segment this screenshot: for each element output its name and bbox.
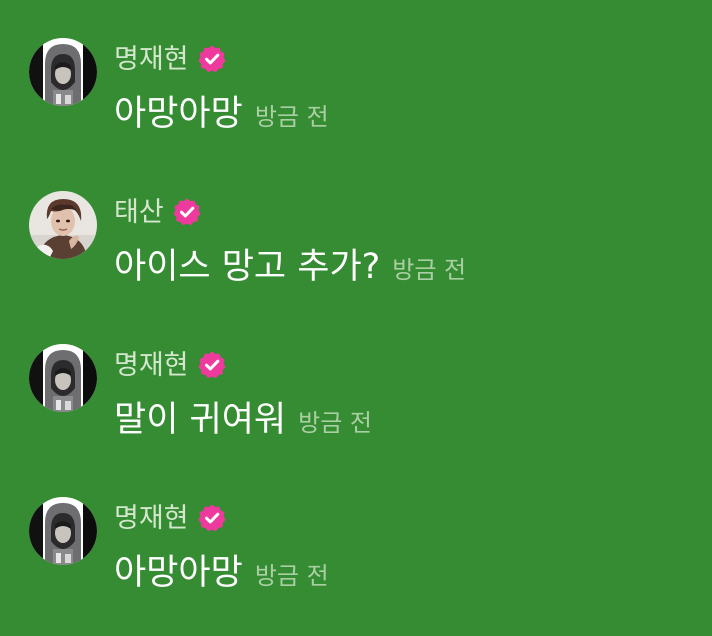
verified-badge-icon [197,503,227,533]
chat-message: 태산 아이스 망고 추가? 방금 전 [0,186,712,326]
avatar[interactable] [29,497,97,565]
username[interactable]: 태산 [114,199,164,226]
verified-badge-icon [197,44,227,74]
name-row: 명재현 [114,39,227,79]
message-text: 아망아망 [114,94,243,134]
brown-hair-figure-avatar-image [29,191,97,259]
chat-message: 명재현 말이 귀여워 방금 전 [0,339,712,479]
hooded-figure-avatar-image [29,344,97,412]
name-row: 태산 [114,192,202,232]
message-row: 아이스 망고 추가? 방금 전 [114,246,466,298]
avatar[interactable] [29,344,97,412]
message-row: 아망아망 방금 전 [114,552,329,604]
username[interactable]: 명재현 [114,46,189,73]
name-row: 명재현 [114,498,227,538]
timestamp: 방금 전 [392,256,467,284]
name-row: 명재현 [114,345,227,385]
avatar[interactable] [29,38,97,106]
message-row: 아망아망 방금 전 [114,93,329,145]
avatar[interactable] [29,191,97,259]
chat-message: 명재현 아망아망 방금 전 [0,33,712,173]
chat-list: 명재현 아망아망 방금 전 태산 아이스 망고 추가? 방금 전 명재현 말이 … [0,0,712,636]
chat-message: 명재현 아망아망 방금 전 [0,492,712,632]
timestamp: 방금 전 [298,409,373,437]
username[interactable]: 명재현 [114,352,189,379]
timestamp: 방금 전 [254,103,329,131]
message-text: 아망아망 [114,553,243,593]
message-text: 아이스 망고 추가? [114,247,381,287]
verified-badge-icon [172,197,202,227]
timestamp: 방금 전 [254,562,329,590]
verified-badge-icon [197,350,227,380]
message-row: 말이 귀여워 방금 전 [114,399,372,451]
username[interactable]: 명재현 [114,505,189,532]
message-text: 말이 귀여워 [114,400,287,440]
hooded-figure-avatar-image [29,38,97,106]
hooded-figure-avatar-image [29,497,97,565]
